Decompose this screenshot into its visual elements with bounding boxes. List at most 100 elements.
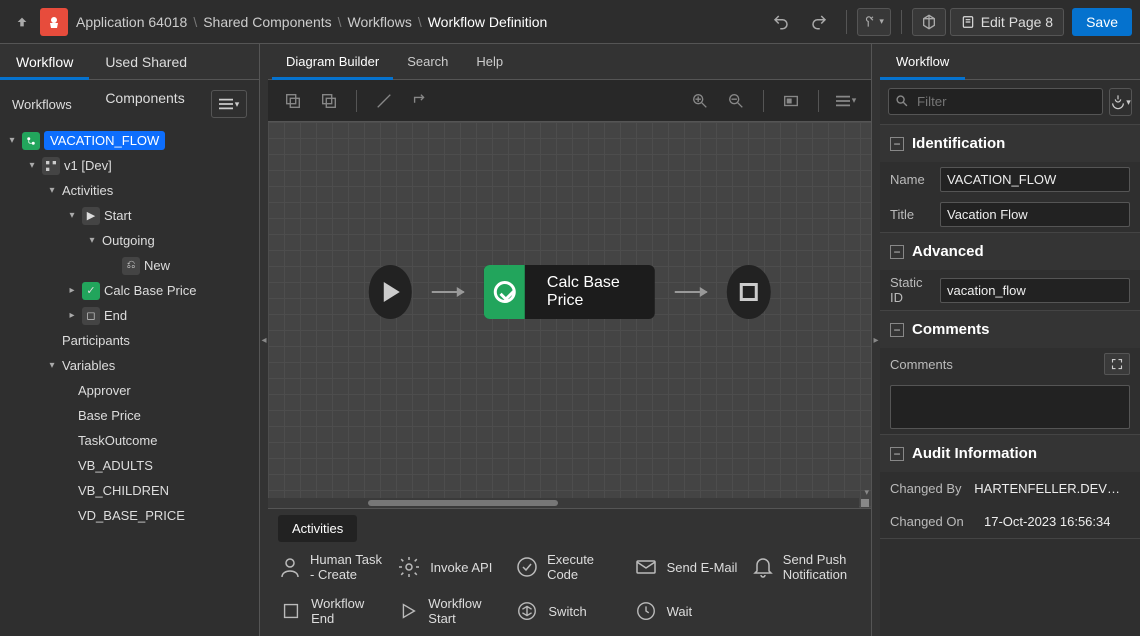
collapse-left-handle[interactable]: ◂ xyxy=(260,44,268,636)
pal-switch[interactable]: Switch xyxy=(514,596,624,626)
tree-participants[interactable]: Participants xyxy=(0,328,259,353)
tree-var-baseprice[interactable]: Base Price xyxy=(0,403,259,428)
canvas-resize-handle[interactable]: ▾ xyxy=(864,487,869,498)
node-end[interactable] xyxy=(727,265,771,319)
title-input[interactable] xyxy=(940,202,1130,227)
tab-diagram-builder[interactable]: Diagram Builder xyxy=(272,44,393,80)
play-icon xyxy=(396,598,420,624)
node-calc-base-price[interactable]: Calc Base Price xyxy=(484,265,655,319)
tb-fit-button[interactable] xyxy=(776,87,806,115)
shared-comp-button[interactable] xyxy=(912,8,946,36)
pal-push-notif[interactable]: Send Push Notification xyxy=(751,552,861,582)
crumb-workflows[interactable]: Workflows xyxy=(348,14,412,30)
section-comments-header[interactable]: −Comments xyxy=(880,311,1140,348)
tree-start-activity[interactable]: ▾▶Start xyxy=(0,203,259,228)
right-tab-workflow[interactable]: Workflow xyxy=(880,44,965,80)
tree-var-vbadults[interactable]: VB_ADULTS xyxy=(0,453,259,478)
crumb-shared[interactable]: Shared Components xyxy=(203,14,331,30)
tb-bring-front-button[interactable] xyxy=(314,87,344,115)
tree-menu-button[interactable]: ▾ xyxy=(211,90,247,118)
tree-var-vbchildren[interactable]: VB_CHILDREN xyxy=(0,478,259,503)
palette-tab-activities[interactable]: Activities xyxy=(278,515,357,542)
staticid-label: Static ID xyxy=(890,275,932,305)
pal-wait[interactable]: Wait xyxy=(633,596,743,626)
filter-input[interactable] xyxy=(888,88,1103,115)
square-icon xyxy=(278,598,303,624)
tree-var-approver[interactable]: Approver xyxy=(0,378,259,403)
tb-connector-button[interactable] xyxy=(405,87,435,115)
tab-help[interactable]: Help xyxy=(462,44,517,80)
tree-variables-folder[interactable]: ▾Variables xyxy=(0,353,259,378)
section-advanced-header[interactable]: −Advanced xyxy=(880,233,1140,270)
clock-icon xyxy=(633,598,659,624)
section-audit-header[interactable]: −Audit Information xyxy=(880,435,1140,472)
tb-line-button[interactable] xyxy=(369,87,399,115)
canvas-hscrollbar[interactable] xyxy=(268,498,859,508)
pal-workflow-start[interactable]: Workflow Start xyxy=(396,596,506,626)
tree-var-vdbaseprice[interactable]: VD_BASE_PRICE xyxy=(0,503,259,528)
play-icon: ▶ xyxy=(82,207,100,225)
section-identification-header[interactable]: −Identification xyxy=(880,125,1140,162)
tree-new-branch[interactable]: ⎌New xyxy=(0,253,259,278)
pin-menu-button[interactable]: ▾ xyxy=(1109,88,1132,116)
switch-icon xyxy=(514,598,540,624)
app-icon xyxy=(40,8,68,36)
utilities-menu-button[interactable]: ▾ xyxy=(857,8,891,36)
changedby-label: Changed By xyxy=(890,481,966,496)
left-tab-used-shared[interactable]: Used Shared Components xyxy=(89,44,259,80)
tree-calc-activity[interactable]: ▸✓Calc Base Price xyxy=(0,278,259,303)
redo-button[interactable] xyxy=(802,8,836,36)
pal-human-task[interactable]: Human Task - Create xyxy=(278,552,388,582)
crumb-app[interactable]: Application 64018 xyxy=(76,14,187,30)
save-button[interactable]: Save xyxy=(1072,8,1132,36)
stop-icon: ◻ xyxy=(82,307,100,325)
search-icon xyxy=(895,94,909,108)
branch-icon: ⎌ xyxy=(122,257,140,275)
edge-calc-end[interactable] xyxy=(675,291,707,293)
check-icon: ✓ xyxy=(82,282,100,300)
breadcrumb: Application 64018\ Shared Components\ Wo… xyxy=(76,14,547,30)
tree-var-taskoutcome[interactable]: TaskOutcome xyxy=(0,428,259,453)
tab-search[interactable]: Search xyxy=(393,44,462,80)
crumb-current: Workflow Definition xyxy=(428,14,548,30)
changedby-value: HARTENFELLER.DEV@GMA xyxy=(974,477,1130,500)
left-panel-title: Workflows xyxy=(12,97,72,112)
user-icon xyxy=(278,554,302,580)
node-start[interactable] xyxy=(368,265,412,319)
name-input[interactable] xyxy=(940,167,1130,192)
gear-icon xyxy=(396,554,422,580)
tb-layout-menu-button[interactable]: ▾ xyxy=(831,87,861,115)
check-circle-icon xyxy=(514,554,539,580)
tb-zoom-out-button[interactable] xyxy=(721,87,751,115)
comments-expand-button[interactable] xyxy=(1104,353,1130,375)
pal-execute-code[interactable]: Execute Code xyxy=(514,552,624,582)
edit-page-label: Edit Page 8 xyxy=(981,14,1053,30)
tb-send-back-button[interactable] xyxy=(278,87,308,115)
tree-end-activity[interactable]: ▸◻End xyxy=(0,303,259,328)
edge-start-calc[interactable] xyxy=(432,291,464,293)
changedon-value: 17-Oct-2023 16:56:34 xyxy=(984,510,1110,533)
title-label: Title xyxy=(890,207,932,222)
changedon-label: Changed On xyxy=(890,514,976,529)
left-tab-workflow[interactable]: Workflow xyxy=(0,44,89,80)
pal-workflow-end[interactable]: Workflow End xyxy=(278,596,388,626)
up-nav-button[interactable] xyxy=(8,8,36,36)
tb-zoom-in-button[interactable] xyxy=(685,87,715,115)
tree-activities-folder[interactable]: ▾Activities xyxy=(0,178,259,203)
diagram-canvas[interactable]: Calc Base Price ▾ xyxy=(268,122,871,508)
tree-root-vacation-flow[interactable]: ▾VACATION_FLOW xyxy=(0,128,259,153)
comments-label: Comments xyxy=(890,357,976,372)
bell-icon xyxy=(751,554,775,580)
tree-outgoing[interactable]: ▾Outgoing xyxy=(0,228,259,253)
undo-button[interactable] xyxy=(764,8,798,36)
version-icon xyxy=(42,157,60,175)
comments-textarea[interactable] xyxy=(890,385,1130,429)
tree-version[interactable]: ▾v1 [Dev] xyxy=(0,153,259,178)
staticid-input[interactable] xyxy=(940,278,1130,303)
name-label: Name xyxy=(890,172,932,187)
workflow-icon xyxy=(22,132,40,150)
pal-send-email[interactable]: Send E-Mail xyxy=(633,552,743,582)
collapse-right-handle[interactable]: ▸ xyxy=(872,44,880,636)
pal-invoke-api[interactable]: Invoke API xyxy=(396,552,506,582)
edit-page-button[interactable]: Edit Page 8 xyxy=(950,8,1064,36)
